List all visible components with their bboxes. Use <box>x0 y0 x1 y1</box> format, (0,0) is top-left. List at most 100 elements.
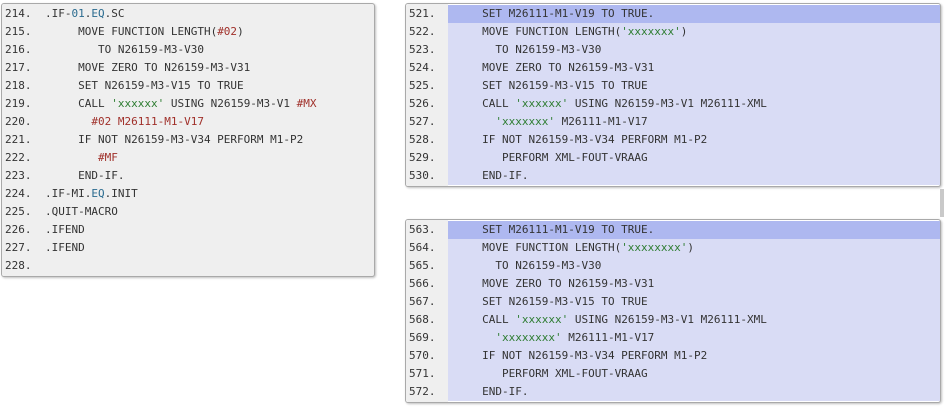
code-line: 530. END-IF. <box>406 167 940 185</box>
code-token: .IFEND <box>45 241 85 254</box>
code-text: MOVE ZERO TO N26159-M3-V31 <box>44 59 374 77</box>
code-token: 'xxxxxxxx' <box>621 241 688 254</box>
code-line: 563. SET M26111-M1-V19 TO TRUE. <box>406 221 940 239</box>
code-line: 220. #02 M26111-M1-V17 <box>2 113 374 131</box>
code-text: MOVE ZERO TO N26159-M3-V31 <box>448 59 940 77</box>
code-token: SET N26159-M3-V15 TO TRUE <box>45 79 244 92</box>
code-text: .IFEND <box>44 221 374 239</box>
code-line: 570. IF NOT N26159-M3-V34 PERFORM M1-P2 <box>406 347 940 365</box>
line-number: 215. <box>5 25 32 38</box>
line-number: 571. <box>409 367 436 380</box>
line-number: 569. <box>409 331 436 344</box>
line-number: 564. <box>409 241 436 254</box>
code-text: END-IF. <box>448 383 940 401</box>
code-line: 522. MOVE FUNCTION LENGTH('xxxxxxx') <box>406 23 940 41</box>
code-token: MOVE ZERO TO N26159-M3-V31 <box>449 61 655 74</box>
line-number: 228. <box>5 259 32 272</box>
line-number: 566. <box>409 277 436 290</box>
line-number: 221. <box>5 133 32 146</box>
line-number: 220. <box>5 115 32 128</box>
code-token: #MF <box>97 151 118 164</box>
code-token: 'xxxxxx' <box>515 313 569 326</box>
code-text: CALL 'xxxxxx' USING N26159-M3-V1 M26111-… <box>448 311 940 329</box>
code-lines: 563. SET M26111-M1-V19 TO TRUE. 564. MOVE… <box>406 220 940 401</box>
code-text: .IF-01.EQ.SC <box>44 5 374 23</box>
line-number: 218. <box>5 79 32 92</box>
code-token: EQ <box>91 187 105 200</box>
code-line: 228. <box>2 257 374 275</box>
code-line: 567. SET N26159-M3-V15 TO TRUE <box>406 293 940 311</box>
code-token: .SC <box>104 7 125 20</box>
code-token: .IF-MI. <box>45 187 92 200</box>
code-line: 523. TO N26159-M3-V30 <box>406 41 940 59</box>
line-number: 527. <box>409 115 436 128</box>
code-token: .INIT <box>104 187 138 200</box>
code-token: SET N26159-M3-V15 TO TRUE <box>449 79 648 92</box>
code-text: .IF-MI.EQ.INIT <box>44 185 374 203</box>
code-token: M26111-M1-V17 <box>554 115 648 128</box>
code-line: 565. TO N26159-M3-V30 <box>406 257 940 275</box>
code-token: USING N26159-M3-V1 <box>164 97 297 110</box>
code-token: END-IF. <box>449 169 529 182</box>
code-token: 01 <box>71 7 85 20</box>
code-token: .IF- <box>45 7 72 20</box>
code-line: 221. IF NOT N26159-M3-V34 PERFORM M1-P2 <box>2 131 374 149</box>
code-line: 525. SET N26159-M3-V15 TO TRUE <box>406 77 940 95</box>
line-number: 572. <box>409 385 436 398</box>
code-token: IF NOT N26159-M3-V34 PERFORM M1-P2 <box>449 349 708 362</box>
code-text: TO N26159-M3-V30 <box>448 41 940 59</box>
code-token: #MX <box>296 97 317 110</box>
code-text: PERFORM XML-FOUT-VRAAG <box>448 149 940 167</box>
code-text: TO N26159-M3-V30 <box>448 257 940 275</box>
code-line: 564. MOVE FUNCTION LENGTH('xxxxxxxx') <box>406 239 940 257</box>
code-line: 528. IF NOT N26159-M3-V34 PERFORM M1-P2 <box>406 131 940 149</box>
code-text: END-IF. <box>448 167 940 185</box>
line-number: 563. <box>409 223 436 236</box>
line-number: 523. <box>409 43 436 56</box>
code-text: END-IF. <box>44 167 374 185</box>
code-text: MOVE FUNCTION LENGTH(#02) <box>44 23 374 41</box>
line-number: 524. <box>409 61 436 74</box>
code-token: M26111-M1-V17 <box>111 115 204 128</box>
line-number: 530. <box>409 169 436 182</box>
code-line: 568. CALL 'xxxxxx' USING N26159-M3-V1 M2… <box>406 311 940 329</box>
code-line: 223. END-IF. <box>2 167 374 185</box>
code-token: ) <box>687 241 695 254</box>
code-token: CALL <box>449 313 516 326</box>
code-line: 219. CALL 'xxxxxx' USING N26159-M3-V1 #M… <box>2 95 374 113</box>
line-number: 565. <box>409 259 436 272</box>
line-number: 216. <box>5 43 32 56</box>
code-token: END-IF. <box>45 169 125 182</box>
code-text: SET M26111-M1-V19 TO TRUE. <box>448 5 940 23</box>
code-line: 217. MOVE ZERO TO N26159-M3-V31 <box>2 59 374 77</box>
line-number: 223. <box>5 169 32 182</box>
code-text: SET N26159-M3-V15 TO TRUE <box>448 77 940 95</box>
code-token: MOVE ZERO TO N26159-M3-V31 <box>45 61 251 74</box>
code-token: USING N26159-M3-V1 M26111-XML <box>568 97 767 110</box>
code-token: #02 <box>91 115 112 128</box>
code-token: .QUIT-MACRO <box>45 205 118 218</box>
code-line: 566. MOVE ZERO TO N26159-M3-V31 <box>406 275 940 293</box>
code-token: 'xxxxxxx' <box>495 115 555 128</box>
line-number: 214. <box>5 7 32 20</box>
code-text: IF NOT N26159-M3-V34 PERFORM M1-P2 <box>448 131 940 149</box>
line-number: 226. <box>5 223 32 236</box>
code-line: 225. .QUIT-MACRO <box>2 203 374 221</box>
code-token: 'xxxxxxx' <box>621 25 681 38</box>
code-token: CALL <box>449 97 516 110</box>
code-line: 215. MOVE FUNCTION LENGTH(#02) <box>2 23 374 41</box>
code-token: TO N26159-M3-V30 <box>449 259 602 272</box>
code-text: #02 M26111-M1-V17 <box>44 113 374 131</box>
line-number: 529. <box>409 151 436 164</box>
code-text: 'xxxxxxxx' M26111-M1-V17 <box>448 329 940 347</box>
code-token: SET N26159-M3-V15 TO TRUE <box>449 295 648 308</box>
line-number: 570. <box>409 349 436 362</box>
code-panel-right-bottom: 563. SET M26111-M1-V19 TO TRUE. 564. MOVE… <box>405 219 941 403</box>
code-panel-left: 214. .IF-01.EQ.SC 215. MOVE FUNCTION LENGT… <box>1 3 375 277</box>
code-token: SET M26111-M1-V19 TO TRUE. <box>449 7 655 20</box>
line-number: 522. <box>409 25 436 38</box>
code-line: 527. 'xxxxxxx' M26111-M1-V17 <box>406 113 940 131</box>
code-line: 216. TO N26159-M3-V30 <box>2 41 374 59</box>
